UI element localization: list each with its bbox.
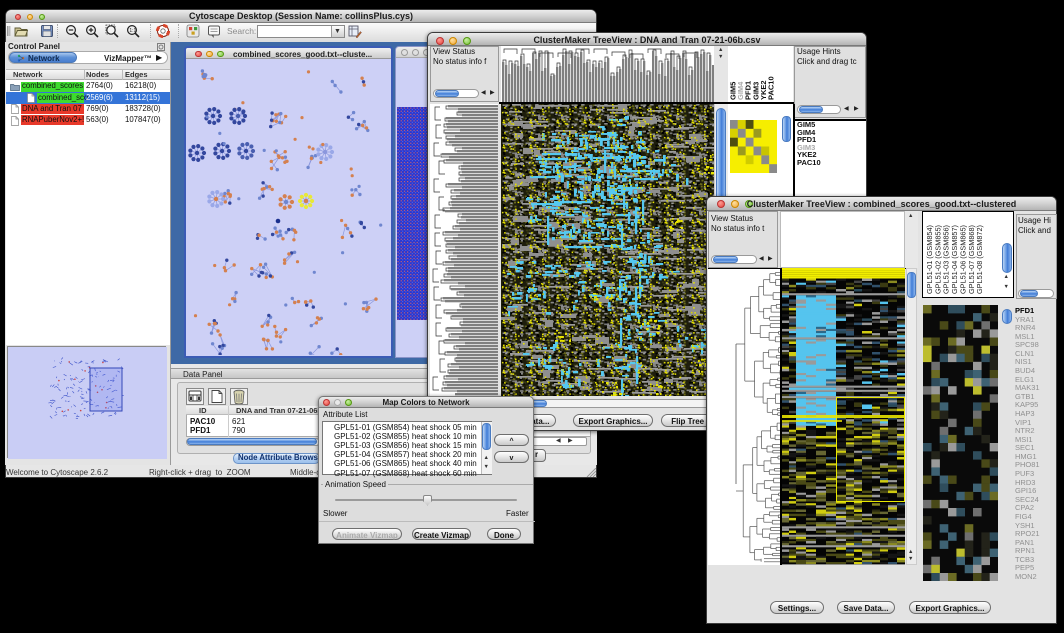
svg-text:GPL51-08 (GSM872): GPL51-08 (GSM872) bbox=[975, 225, 984, 294]
svg-text:PAC10: PAC10 bbox=[767, 76, 776, 100]
svg-text:1:1: 1:1 bbox=[129, 28, 136, 34]
